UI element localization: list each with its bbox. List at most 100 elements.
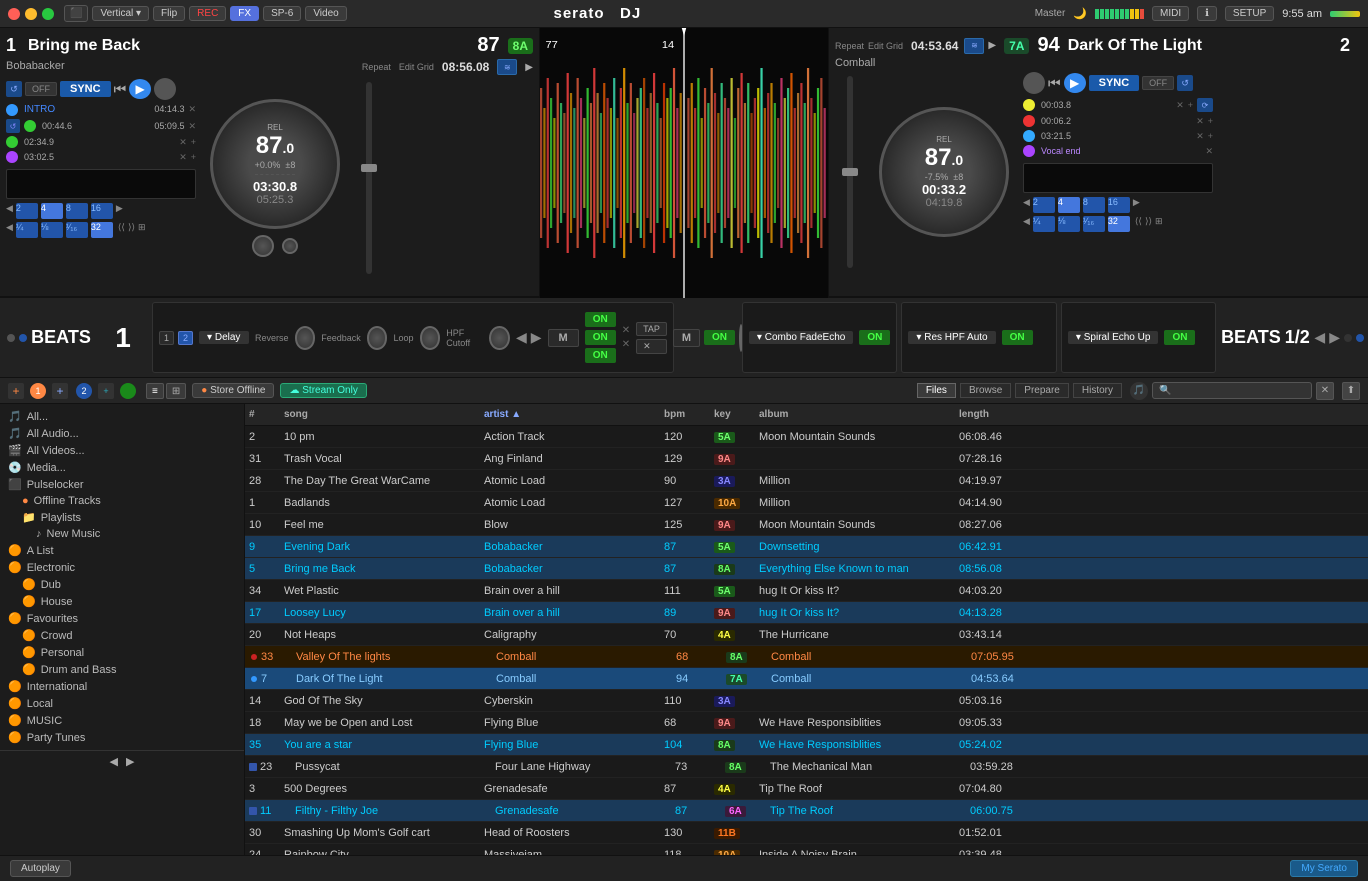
sidebar-item-all-videos[interactable]: 🎬 All Videos... [0, 442, 244, 459]
cue-plus-3[interactable]: + [191, 137, 196, 147]
tab-prepare[interactable]: Prepare [1015, 383, 1069, 398]
fx1-m-btn[interactable]: M [548, 329, 579, 347]
fx1-x1[interactable]: ✕ [622, 325, 630, 336]
beat-btn-4[interactable]: 4 [41, 203, 63, 219]
vertical-dropdown[interactable]: Vertical ▾ [92, 6, 149, 21]
track-row[interactable]: 34 Wet Plastic Brain over a hill 111 5A … [245, 580, 1368, 602]
fx-button[interactable]: FX [230, 6, 259, 21]
sidebar-item-local[interactable]: 🟠 Local [0, 695, 244, 712]
sidebar-item-a-list[interactable]: 🟠 A List [0, 542, 244, 559]
rec-button[interactable]: REC [189, 6, 226, 21]
sidebar-item-international[interactable]: 🟠 International [0, 678, 244, 695]
repeat-label[interactable]: Repeat [362, 62, 391, 72]
d2-beat-btn-1-16[interactable]: ¹⁄₁₆ [1083, 216, 1105, 232]
info-button[interactable]: ℹ [1197, 6, 1217, 21]
deck1-sync-btn[interactable]: SYNC [60, 81, 111, 97]
tap-btn[interactable]: TAP [636, 322, 667, 336]
fx2-dot[interactable] [1344, 334, 1352, 342]
fx1-on2[interactable]: ON [585, 330, 616, 345]
sidebar-item-all-audio[interactable]: 🎵 All Audio... [0, 425, 244, 442]
deck1-off-btn[interactable]: OFF [25, 82, 57, 96]
fx1-prev[interactable]: ◀ [516, 329, 527, 346]
deck2-off-btn[interactable]: OFF [1142, 76, 1174, 90]
d2-beat-btn-4[interactable]: 4 [1058, 197, 1080, 213]
d2-skip-left[interactable]: ⟨⟨ [1135, 216, 1142, 232]
fx1-on1[interactable]: ON [585, 312, 616, 327]
track-row[interactable]: 3 500 Degrees Grenadesafe 87 4A Tip The … [245, 778, 1368, 800]
track-row[interactable]: 23 Pussycat Four Lane Highway 73 8A The … [245, 756, 1368, 778]
add-btn-orange[interactable]: + [8, 383, 24, 399]
track-row[interactable]: 28 The Day The Great WarCame Atomic Load… [245, 470, 1368, 492]
sidebar-item-playlists[interactable]: 📁 Playlists [0, 509, 244, 526]
col-song-header[interactable]: song [284, 409, 484, 420]
beat-btn-8[interactable]: 8 [66, 203, 88, 219]
arrow-right[interactable]: ▶ [116, 203, 123, 219]
col-length-header[interactable]: length [959, 409, 1029, 420]
track-row[interactable]: 35 You are a star Flying Blue 104 8A We … [245, 734, 1368, 756]
deck1-prev-btn[interactable]: ⏮ [114, 81, 127, 98]
tab-files[interactable]: Files [917, 383, 956, 398]
d2-beat-btn-8[interactable]: 8 [1083, 197, 1105, 213]
pitch-track[interactable] [366, 82, 372, 274]
sidebar-item-offline-tracks[interactable]: ● Offline Tracks [0, 493, 244, 509]
skip-left[interactable]: ⟨⟨ [118, 222, 125, 238]
fx1-next[interactable]: ▶ [531, 329, 542, 346]
close-button[interactable] [8, 8, 20, 20]
beat-btn-1-8[interactable]: ⅛ [41, 222, 63, 238]
minimize-button[interactable] [25, 8, 37, 20]
d2-skip-right[interactable]: ⟩⟩ [1145, 216, 1152, 232]
add-btn-2[interactable]: + [52, 383, 68, 399]
deck2-arrow[interactable]: ▶ [988, 40, 996, 51]
setup-button[interactable]: SETUP [1225, 6, 1274, 21]
deck2-pitch-knob[interactable] [1023, 72, 1045, 94]
deck2-loop-btn[interactable]: ↺ [1177, 75, 1193, 91]
track-row[interactable]: 10 Feel me Blow 125 9A Moon Mountain Sou… [245, 514, 1368, 536]
sidebar-item-house[interactable]: 🟠 House [0, 593, 244, 610]
cue2-plus-1[interactable]: + [1188, 100, 1193, 110]
fx1-ch1-btn[interactable]: 1 [159, 331, 174, 345]
arrow-left[interactable]: ◀ [6, 203, 13, 219]
fx1-knob2[interactable] [367, 326, 388, 350]
view-grid-btn[interactable]: ⊞ [166, 383, 186, 399]
d2-grid-icon[interactable]: ⊞ [1155, 216, 1163, 232]
flip-button[interactable]: Flip [153, 6, 185, 21]
tab-browse[interactable]: Browse [960, 383, 1011, 398]
deck2-sync-btn[interactable]: SYNC [1089, 75, 1140, 91]
track-row[interactable]: 11 Filthy - Filthy Joe Grenadesafe 87 6A… [245, 800, 1368, 822]
x-btn[interactable]: ✕ [636, 339, 667, 354]
sp6-button[interactable]: SP-6 [263, 6, 301, 21]
sidebar-right-btn[interactable]: ▶ [126, 755, 134, 768]
d2-arrow-left[interactable]: ◀ [1023, 197, 1030, 213]
fx1-knob1[interactable] [295, 326, 316, 350]
beats2-prev[interactable]: ◀ [1314, 329, 1325, 346]
deck1-pitch-down[interactable] [282, 238, 298, 254]
pitch2-handle[interactable] [842, 168, 858, 176]
beats2-next[interactable]: ▶ [1329, 329, 1340, 346]
track-row[interactable]: 18 May we be Open and Lost Flying Blue 6… [245, 712, 1368, 734]
fx2-name[interactable]: ▾ Combo FadeEcho [749, 331, 853, 344]
sidebar-item-media[interactable]: 💿 Media... [0, 459, 244, 476]
deck2-repeat[interactable]: Repeat [835, 41, 864, 51]
edit-grid-label[interactable]: Edit Grid [399, 62, 434, 72]
maximize-button[interactable] [42, 8, 54, 20]
fx2-dot2[interactable] [1356, 334, 1364, 342]
beat-btn-1-16[interactable]: ¹⁄₁₆ [66, 222, 88, 238]
track-row[interactable]: 1 Badlands Atomic Load 127 10A Million 0… [245, 492, 1368, 514]
col-num-header[interactable]: # [249, 409, 284, 420]
deck1-arrow[interactable]: ▶ [525, 62, 533, 73]
sidebar-item-crowd[interactable]: 🟠 Crowd [0, 627, 244, 644]
d2-arrow-left2[interactable]: ◀ [1023, 216, 1030, 232]
deck2-badge[interactable]: 2 [76, 383, 92, 399]
stream-only-btn[interactable]: ☁ Stream Only [280, 383, 366, 398]
fx1-knob3[interactable] [420, 326, 441, 350]
cue-x-1[interactable]: ✕ [188, 104, 196, 116]
fx2-m-btn[interactable]: M [673, 329, 700, 347]
cue2-x-2[interactable]: ✕ [1196, 116, 1204, 127]
sidebar-item-personal[interactable]: 🟠 Personal [0, 644, 244, 661]
fx1-knob4[interactable] [489, 326, 510, 350]
col-bpm-header[interactable]: bpm [664, 409, 714, 420]
view-list-btn[interactable]: ≡ [146, 383, 164, 399]
deck2-play-btn[interactable]: ▶ [1064, 73, 1086, 93]
deck1-wave-btn[interactable]: ≋ [497, 59, 517, 75]
fx3-name[interactable]: ▾ Res HPF Auto [908, 331, 995, 344]
